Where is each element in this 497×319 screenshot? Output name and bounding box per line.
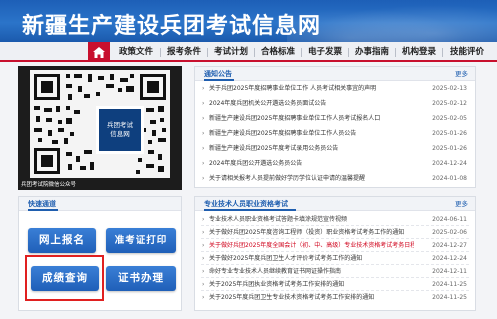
site-header: 新疆生产建设兵团考试信息网 [0,0,497,42]
notice-item[interactable]: › 2024年度兵团机关公开遴选公务员面试公告 2025-02-12 [201,98,469,110]
bullet-icon: › [202,100,205,107]
prof-item[interactable]: › 关于做好兵团2025年度咨询工程师（投资）职业资格考试考务工作的通知 202… [201,227,469,239]
notice-more-link[interactable]: 更多 [455,67,468,81]
bullet-icon: › [202,115,205,122]
highlight-annotation-box [25,255,104,301]
nav-item-e-invoice[interactable]: 电子发票 [303,42,347,62]
bullet-icon: › [202,281,205,288]
wechat-qr-banner: 兵团考试 信息网 兵团考试院微信公众号 [18,66,182,190]
nav-divider [301,48,302,57]
prof-more-link[interactable]: 更多 [455,197,468,211]
certificate-processing-button[interactable]: 证书办理 [106,266,176,291]
prof-panel-header: 专业技术人员职业资格考试 更多 [195,197,475,211]
bullet-icon: › [202,242,205,249]
quick-panel-header: 快速通道 [19,197,181,211]
prof-item-highlighted[interactable]: › 关于做好兵团2025年度全国会计（初、中、高级）专业技术资格考试考务日程..… [201,240,469,252]
nav-item-org-login[interactable]: 机构登录 [397,42,441,62]
bullet-icon: › [202,216,205,223]
bullet-icon: › [202,268,205,275]
professional-exam-panel: 专业技术人员职业资格考试 更多 › 专业技术人员职业资格考试答题卡填涂规范宣传视… [194,196,476,311]
nav-divider [160,48,161,57]
nav-item-guide[interactable]: 办事指南 [350,42,394,62]
seal-line-1: 兵团考试 [107,121,133,129]
site-logo-seal: 兵团考试 信息网 [96,106,144,154]
page: 新疆生产建设兵团考试信息网 政策文件 报考条件 考试计划 合格标准 电子发票 办… [0,0,497,319]
notice-panel-header: 通知公告 更多 [195,67,475,81]
title-underline [204,209,296,211]
prof-item[interactable]: › 命好专业专业技术人员继续教育证书网证操作指南 2024-12-11 [201,266,469,278]
seal-line-2: 信息网 [110,130,130,138]
main-nav: 政策文件 报考条件 考试计划 合格标准 电子发票 办事指南 机构登录 技能评价 [0,42,497,62]
admission-ticket-print-button[interactable]: 准考证打印 [106,228,176,253]
title-underline [28,209,58,211]
notice-item[interactable]: › 2024年度兵团公开遴选公务员公告 2024-12-24 [201,158,469,170]
notice-item[interactable]: › 新疆生产建设兵团2025年度招聘事业单位工作人员公告 2025-01-26 [201,128,469,140]
nav-divider [395,48,396,57]
notice-item[interactable]: › 关于请相关报考人员提前做好学历学位认证申请的温馨提醒 2024-01-08 [201,173,469,185]
site-title: 新疆生产建设兵团考试信息网 [22,14,322,39]
title-underline [204,79,234,81]
bullet-icon: › [202,145,205,152]
notice-panel: 通知公告 更多 › 关于兵团2025年度招聘事业单位工作 人员考试相关事宜的声明… [194,66,476,188]
nav-item-pass-standard[interactable]: 合格标准 [256,42,300,62]
nav-divider [442,48,443,57]
bullet-icon: › [202,175,205,182]
online-registration-button[interactable]: 网上报名 [28,228,96,253]
prof-item[interactable]: › 关于2025年兵团执业资格考试考务工作安排的通知 2024-11-25 [201,279,469,291]
prof-item[interactable]: › 专业技术人员职业资格考试答题卡填涂规范宣传视频 2024-06-11 [201,214,469,226]
nav-item-exam-plan[interactable]: 考试计划 [209,42,253,62]
bullet-icon: › [202,130,205,137]
notice-item[interactable]: › 关于兵团2025年度招聘事业单位工作 人员考试相关事宜的声明 2025-02… [201,83,469,95]
nav-item-skill-eval[interactable]: 技能评价 [444,42,490,62]
qr-caption: 兵团考试院微信公众号 [21,182,77,188]
nav-item-eligibility[interactable]: 报考条件 [162,42,206,62]
nav-item-policy[interactable]: 政策文件 [114,42,158,62]
nav-divider [348,48,349,57]
bullet-icon: › [202,229,205,236]
bullet-icon: › [202,85,205,92]
nav-divider [207,48,208,57]
bullet-icon: › [202,160,205,167]
prof-item[interactable]: › 关于2025年度兵团卫生专业技术资格考试考务工作安排的通知 2024-11-… [201,292,469,304]
bullet-icon: › [202,294,205,301]
bullet-icon: › [202,255,205,262]
nav-home-button[interactable] [88,42,110,62]
notice-item[interactable]: › 新疆生产建设兵团2025年度考试录用公务员公告 2025-01-26 [201,143,469,155]
nav-divider [254,48,255,57]
prof-item[interactable]: › 关于做好2025年度兵团卫生人才评价考试考务工作的通知 2024-12-24 [201,253,469,265]
home-icon [93,46,105,58]
notice-item[interactable]: › 新疆生产建设兵团2025年度招聘事业单位工作人员考试报名人口 2025-02… [201,113,469,125]
